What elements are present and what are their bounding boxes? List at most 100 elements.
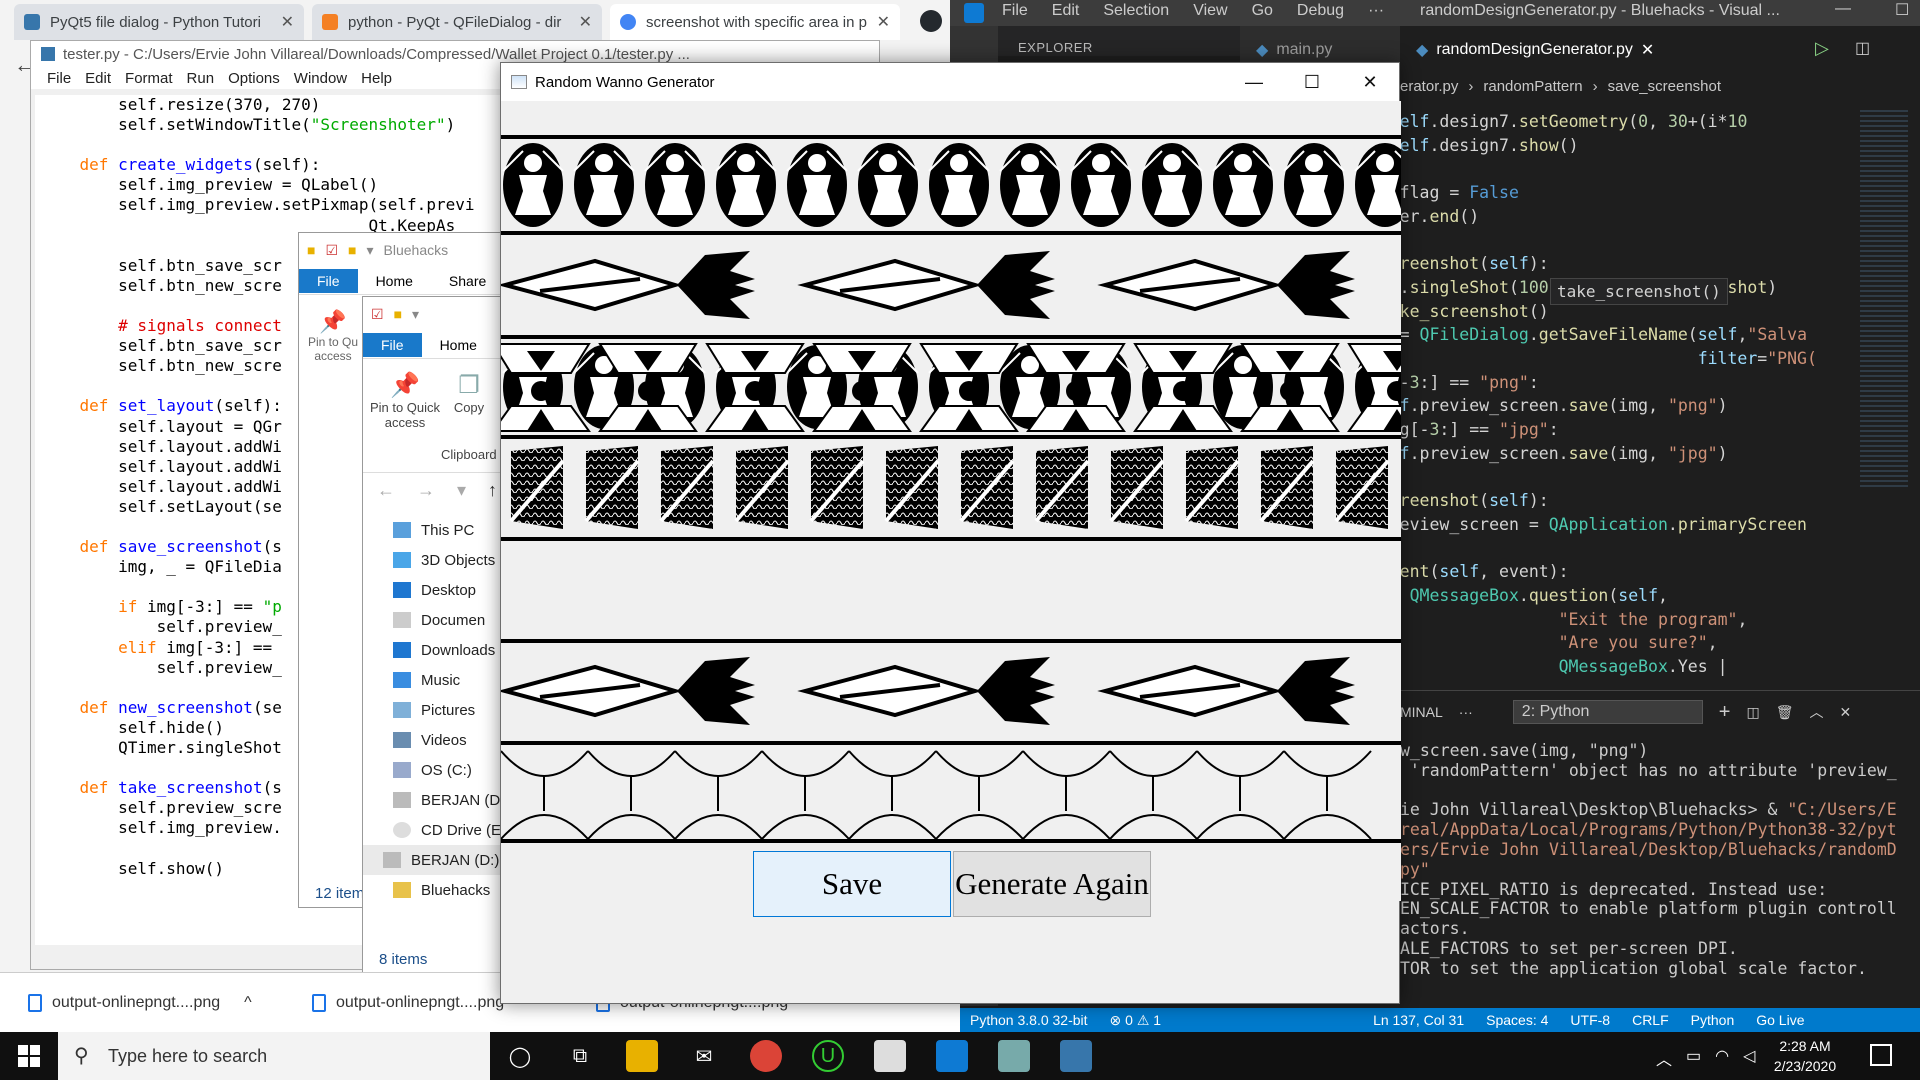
split-editor-icon[interactable]: ◫ bbox=[1855, 38, 1870, 58]
menu-file[interactable]: File bbox=[1002, 2, 1028, 20]
chrome-icon[interactable] bbox=[750, 1040, 782, 1072]
window-title: Bluehacks bbox=[383, 242, 449, 258]
maximize-icon[interactable]: ☐ bbox=[1895, 0, 1909, 20]
chevron-up-icon[interactable]: ︿ bbox=[1656, 1046, 1672, 1070]
tab-home[interactable]: Home bbox=[422, 333, 495, 357]
terminal-tab-label[interactable]: MINAL bbox=[1400, 704, 1443, 720]
wifi-icon[interactable]: ◠ bbox=[1715, 1046, 1729, 1070]
save-button[interactable]: Save bbox=[753, 851, 951, 917]
task-view-circle-icon[interactable]: ◯ bbox=[504, 1040, 536, 1072]
google-icon bbox=[620, 14, 636, 30]
status-interpreter[interactable]: Python 3.8.0 32-bit bbox=[970, 1012, 1088, 1028]
back-arrow-icon[interactable]: ← bbox=[377, 480, 395, 501]
menu-view[interactable]: View bbox=[1193, 2, 1227, 20]
close-icon[interactable]: ✕ bbox=[273, 12, 294, 32]
search-box[interactable]: ⚲ Type here to search bbox=[58, 1032, 490, 1080]
status-problems[interactable]: ⊗ 0 ⚠ 1 bbox=[1110, 1012, 1162, 1029]
chevron-up-icon[interactable]: ^ bbox=[244, 994, 252, 1012]
tab-file[interactable]: File bbox=[363, 332, 422, 357]
volume-icon[interactable]: ◁ bbox=[1743, 1046, 1755, 1070]
minimize-button[interactable]: — bbox=[1225, 63, 1283, 101]
idle-taskbar-icon[interactable] bbox=[874, 1040, 906, 1072]
upwork-icon[interactable]: U bbox=[812, 1040, 844, 1072]
menu-options[interactable]: Options bbox=[228, 70, 280, 87]
menu-window[interactable]: Window bbox=[294, 70, 347, 87]
copy-button[interactable]: ❐ Copy bbox=[447, 371, 491, 415]
generate-again-button[interactable]: Generate Again bbox=[953, 851, 1151, 917]
up-arrow-icon[interactable]: ↑ bbox=[488, 480, 497, 501]
terminal-select[interactable]: 2: Python bbox=[1512, 700, 1703, 724]
status-language[interactable]: Python bbox=[1691, 1012, 1735, 1028]
pin-quick-access-button[interactable]: 📌 Pin to Quick access bbox=[369, 371, 441, 430]
run-icon[interactable]: ▷ bbox=[1815, 38, 1829, 59]
minimap[interactable] bbox=[1860, 110, 1908, 490]
browser-tab-3[interactable]: screenshot with specific area in p ✕ bbox=[610, 4, 900, 40]
search-placeholder: Type here to search bbox=[108, 1045, 268, 1066]
menu-edit[interactable]: Edit bbox=[85, 70, 111, 87]
menu-run[interactable]: Run bbox=[187, 70, 215, 87]
nav-label: BERJAN (D:) bbox=[411, 851, 500, 869]
browser-tab-1[interactable]: PyQt5 file dialog - Python Tutori ✕ bbox=[14, 4, 304, 40]
menu-file[interactable]: File bbox=[47, 70, 71, 87]
chevron-down-icon[interactable]: ▾ bbox=[367, 242, 374, 259]
tab-title: PyQt5 file dialog - Python Tutori bbox=[50, 13, 261, 31]
mail-icon[interactable]: ✉ bbox=[688, 1040, 720, 1072]
code-editor[interactable]: self.design7.setGeometry(0, 30+(i*10 sel… bbox=[1350, 110, 1817, 679]
menu-more[interactable]: ··· bbox=[1368, 2, 1384, 20]
download-item-2[interactable]: output-onlinepngt....png bbox=[312, 987, 504, 1019]
split-terminal-icon[interactable]: ◫ bbox=[1746, 704, 1759, 721]
status-cursor[interactable]: Ln 137, Col 31 bbox=[1373, 1012, 1464, 1028]
status-eol[interactable]: CRLF bbox=[1632, 1012, 1669, 1028]
minimize-icon[interactable]: — bbox=[1835, 0, 1851, 18]
chevron-down-icon[interactable]: ▾ bbox=[457, 480, 466, 501]
more-icon[interactable]: ··· bbox=[1459, 704, 1473, 720]
close-icon[interactable]: ✕ bbox=[1840, 704, 1852, 721]
chevron-up-icon[interactable]: ︿ bbox=[1810, 702, 1824, 722]
trash-icon[interactable]: 🗑 bbox=[1776, 704, 1794, 721]
github-icon[interactable] bbox=[920, 10, 942, 32]
task-view-icon[interactable]: ⧉ bbox=[564, 1040, 596, 1072]
browser-tab-2[interactable]: python - PyQt - QFileDialog - dir ✕ bbox=[312, 4, 602, 40]
breadcrumb-class[interactable]: randomPattern bbox=[1483, 78, 1582, 95]
file-explorer-taskbar-icon[interactable] bbox=[626, 1040, 658, 1072]
close-icon[interactable]: ✕ bbox=[869, 12, 890, 32]
plus-icon[interactable]: + bbox=[1719, 701, 1731, 724]
status-encoding[interactable]: UTF-8 bbox=[1570, 1012, 1610, 1028]
menu-help[interactable]: Help bbox=[361, 70, 392, 87]
clock[interactable]: 2:28 AM 2/23/2020 bbox=[1760, 1036, 1850, 1076]
vscode-taskbar-icon[interactable] bbox=[936, 1040, 968, 1072]
notification-icon[interactable] bbox=[1870, 1044, 1892, 1066]
paint-icon[interactable] bbox=[998, 1040, 1030, 1072]
tab-file[interactable]: File bbox=[299, 268, 358, 293]
breadcrumb-file[interactable]: erator.py bbox=[1400, 78, 1458, 95]
document-icon bbox=[393, 612, 411, 628]
computer-icon bbox=[393, 522, 411, 538]
python-taskbar-icon[interactable] bbox=[1060, 1040, 1092, 1072]
chevron-down-icon[interactable]: ▾ bbox=[412, 306, 419, 323]
menu-selection[interactable]: Selection bbox=[1103, 2, 1169, 20]
python-icon bbox=[41, 47, 55, 61]
close-icon[interactable]: ✕ bbox=[571, 12, 592, 32]
battery-icon[interactable]: ▭ bbox=[1686, 1046, 1701, 1070]
start-windows-icon[interactable] bbox=[18, 1045, 40, 1067]
status-indent[interactable]: Spaces: 4 bbox=[1486, 1012, 1548, 1028]
tab-home[interactable]: Home bbox=[358, 269, 431, 293]
terminal-output[interactable]: w_screen.save(img, "png") 'randomPattern… bbox=[1400, 741, 1897, 979]
tab-share[interactable]: Share bbox=[431, 269, 504, 293]
tab-random-design-generator[interactable]: ◆ randomDesignGenerator.py ✕ bbox=[1400, 26, 1654, 74]
download-filename: output-onlinepngt....png bbox=[52, 994, 221, 1011]
menu-format[interactable]: Format bbox=[125, 70, 173, 87]
download-item-1[interactable]: output-onlinepngt....png ^ bbox=[28, 987, 252, 1019]
menu-go[interactable]: Go bbox=[1252, 2, 1273, 20]
image-file-icon bbox=[28, 994, 42, 1012]
pattern-row-textured bbox=[509, 446, 1390, 529]
close-button[interactable]: ✕ bbox=[1341, 63, 1399, 101]
close-icon[interactable]: ✕ bbox=[1641, 40, 1654, 60]
pin-quick-access-button[interactable]: 📌 Pin to Qu access bbox=[299, 295, 359, 363]
maximize-button[interactable]: ☐ bbox=[1283, 63, 1341, 101]
forward-arrow-icon[interactable]: → bbox=[417, 480, 435, 501]
menu-debug[interactable]: Debug bbox=[1297, 2, 1344, 20]
status-go-live[interactable]: Go Live bbox=[1756, 1012, 1804, 1028]
breadcrumb-method[interactable]: save_screenshot bbox=[1608, 78, 1721, 95]
menu-edit[interactable]: Edit bbox=[1052, 2, 1080, 20]
